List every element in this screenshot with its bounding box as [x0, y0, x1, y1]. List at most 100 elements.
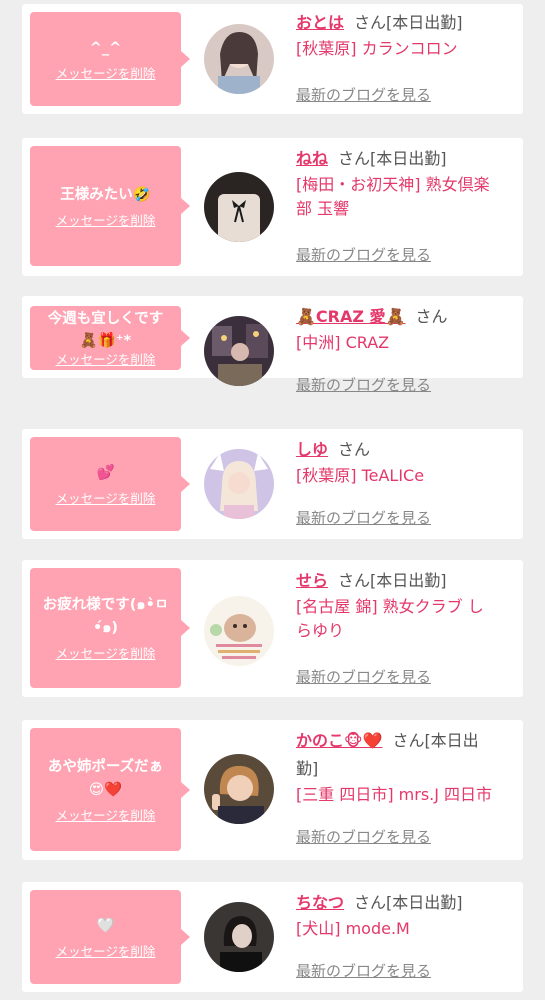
avatar-image-icon	[204, 449, 274, 519]
list-item: 💕 メッセージを削除 しゆ さん [秋葉原] TeALICe 最新のブログを見る	[22, 429, 523, 539]
sender-name[interactable]: せら	[296, 571, 328, 590]
shop-line: [秋葉原] カランコロン	[296, 39, 458, 58]
delete-message-link[interactable]: メッセージを削除	[56, 213, 156, 229]
avatar[interactable]	[204, 316, 274, 386]
shop-line: [秋葉原] TeALICe	[296, 466, 425, 485]
avatar-image-icon	[204, 24, 274, 94]
sender-suffix: 勤]	[296, 759, 319, 778]
delete-message-link[interactable]: メッセージを削除	[56, 944, 156, 960]
message-text: 💕	[96, 465, 115, 481]
blog-link[interactable]: 最新のブログを見る	[296, 826, 431, 847]
delete-message-link[interactable]: メッセージを削除	[56, 66, 156, 82]
sender-name[interactable]: 🧸CRAZ 愛🧸	[296, 307, 405, 326]
list-item: あや姉ポーズだぁ 😍❤️ メッセージを削除 かのこ🐵❤️さん[本日出 勤] [	[22, 720, 523, 860]
message-bubble: 💕 メッセージを削除	[30, 437, 190, 531]
message-bubble: 今週も宜しくです 🧸🎁⁺* メッセージを削除	[30, 306, 190, 370]
sender-suffix: さん[本日出	[392, 731, 479, 750]
delete-message-link[interactable]: メッセージを削除	[56, 491, 156, 507]
avatar-image-icon	[204, 316, 274, 386]
name-line: おとは さん[本日出勤]	[296, 12, 518, 34]
list-item: 🤍 メッセージを削除 ちなつ さん[本日出勤] [犬山] mode.M 最新のブロ…	[22, 882, 523, 992]
blog-link[interactable]: 最新のブログを見る	[296, 244, 431, 265]
shop-name[interactable]: [名古屋 錦] 熟女クラブ し らゆり	[296, 595, 518, 643]
message-line: •́๑)	[92, 620, 119, 636]
shop-line: [中洲] CRAZ	[296, 333, 390, 352]
sender-info: ちなつ さん[本日出勤] [犬山] mode.M	[296, 892, 518, 941]
shop-line: [名古屋 錦] 熟女クラブ し	[296, 597, 484, 616]
sender-info: しゆ さん [秋葉原] TeALICe	[296, 439, 518, 488]
shop-line: [犬山] mode.M	[296, 919, 410, 938]
list-item: 王様みたい🤣 メッセージを削除 ねね さん[本日出勤] [梅田・お初天神] 熟女倶…	[22, 138, 523, 276]
shop-line: らゆり	[296, 621, 345, 640]
name-line: 🧸CRAZ 愛🧸 さん	[296, 306, 518, 328]
sender-suffix: さん[本日出勤]	[338, 571, 447, 590]
message-bubble: ^_^ メッセージを削除	[30, 12, 190, 106]
shop-name[interactable]: [犬山] mode.M	[296, 917, 518, 941]
shop-line: [三重 四日市] mrs.J 四日市	[296, 785, 493, 804]
delete-message-link[interactable]: メッセージを削除	[56, 646, 156, 662]
message-list: ^_^ メッセージを削除 おとは さん[本日出勤] [秋葉原] カランコロン 最新…	[0, 0, 545, 1000]
sender-suffix: さん[本日出勤]	[354, 893, 463, 912]
message-text: 🤍	[96, 918, 115, 934]
shop-line: 部 玉響	[296, 199, 350, 218]
avatar[interactable]	[204, 24, 274, 94]
name-line: かのこ🐵❤️ さん[本日出	[296, 730, 518, 752]
avatar[interactable]	[204, 902, 274, 972]
avatar[interactable]	[204, 754, 274, 824]
avatar[interactable]	[204, 449, 274, 519]
avatar[interactable]	[204, 596, 274, 666]
message-bubble: 🤍 メッセージを削除	[30, 890, 190, 984]
list-item: 今週も宜しくです 🧸🎁⁺* メッセージを削除 🧸CRAZ 愛🧸 さん [中洲] C…	[22, 296, 523, 394]
message-line: 今週も宜しくです	[47, 311, 164, 327]
sender-name[interactable]: かのこ🐵❤️	[296, 731, 382, 750]
sender-info: おとは さん[本日出勤] [秋葉原] カランコロン	[296, 12, 518, 61]
avatar-image-icon	[204, 902, 274, 972]
sender-name[interactable]: おとは	[296, 13, 344, 32]
blog-link[interactable]: 最新のブログを見る	[296, 84, 431, 105]
message-bubble: 王様みたい🤣 メッセージを削除	[30, 146, 190, 266]
message-line: 😍❤️	[88, 781, 123, 798]
avatar[interactable]	[204, 172, 274, 242]
name-line: 勤]	[296, 758, 518, 780]
message-text: 王様みたい🤣	[60, 187, 151, 203]
shop-line: [梅田・お初天神] 熟女倶楽	[296, 175, 490, 194]
blog-link[interactable]: 最新のブログを見る	[296, 960, 431, 981]
sender-name[interactable]: ちなつ	[296, 893, 344, 912]
list-item: お疲れ様です(๑•̀ㅁ •́๑) メッセージを削除 せら さん[本日出勤] [名…	[22, 560, 523, 697]
blog-link[interactable]: 最新のブログを見る	[296, 666, 431, 687]
avatar-image-icon	[204, 596, 274, 666]
sender-info: せら さん[本日出勤] [名古屋 錦] 熟女クラブ し らゆり	[296, 570, 518, 643]
delete-message-link[interactable]: メッセージを削除	[56, 352, 156, 368]
name-line: ちなつ さん[本日出勤]	[296, 892, 518, 914]
message-bubble: お疲れ様です(๑•̀ㅁ •́๑) メッセージを削除	[30, 568, 190, 688]
blog-link[interactable]: 最新のブログを見る	[296, 374, 431, 395]
blog-link[interactable]: 最新のブログを見る	[296, 507, 431, 528]
shop-name[interactable]: [中洲] CRAZ	[296, 331, 518, 355]
message-text: あや姉ポーズだぁ 😍❤️	[48, 756, 163, 802]
sender-info: 🧸CRAZ 愛🧸 さん [中洲] CRAZ	[296, 306, 518, 355]
sender-info: かのこ🐵❤️ さん[本日出 勤] [三重 四日市] mrs.J 四日市	[296, 730, 518, 807]
message-bubble: あや姉ポーズだぁ 😍❤️ メッセージを削除	[30, 728, 190, 851]
sender-info: ねね さん[本日出勤] [梅田・お初天神] 熟女倶楽 部 玉響	[296, 148, 518, 221]
name-line: しゆ さん	[296, 439, 518, 461]
message-line: あや姉ポーズだぁ	[47, 758, 164, 775]
sender-suffix: さん	[338, 440, 371, 459]
message-line: 🧸🎁⁺*	[79, 333, 132, 349]
sender-suffix: さん[本日出勤]	[338, 149, 447, 168]
avatar-image-icon	[204, 754, 274, 824]
shop-name[interactable]: [秋葉原] カランコロン	[296, 37, 518, 61]
avatar-image-icon	[204, 172, 274, 242]
sender-name[interactable]: ねね	[296, 149, 328, 168]
delete-message-link[interactable]: メッセージを削除	[56, 808, 156, 824]
sender-suffix: さん	[415, 307, 448, 326]
message-text: お疲れ様です(๑•̀ㅁ •́๑)	[43, 594, 168, 640]
shop-name[interactable]: [梅田・お初天神] 熟女倶楽 部 玉響	[296, 173, 518, 221]
message-line: お疲れ様です(๑•̀ㅁ	[42, 597, 169, 613]
shop-name[interactable]: [秋葉原] TeALICe	[296, 464, 518, 488]
list-item: ^_^ メッセージを削除 おとは さん[本日出勤] [秋葉原] カランコロン 最新…	[22, 4, 523, 114]
sender-name[interactable]: しゆ	[296, 440, 328, 459]
shop-name[interactable]: [三重 四日市] mrs.J 四日市	[296, 783, 518, 807]
message-text: 今週も宜しくです 🧸🎁⁺*	[48, 308, 164, 352]
name-line: せら さん[本日出勤]	[296, 570, 518, 592]
message-text: ^_^	[89, 40, 122, 56]
